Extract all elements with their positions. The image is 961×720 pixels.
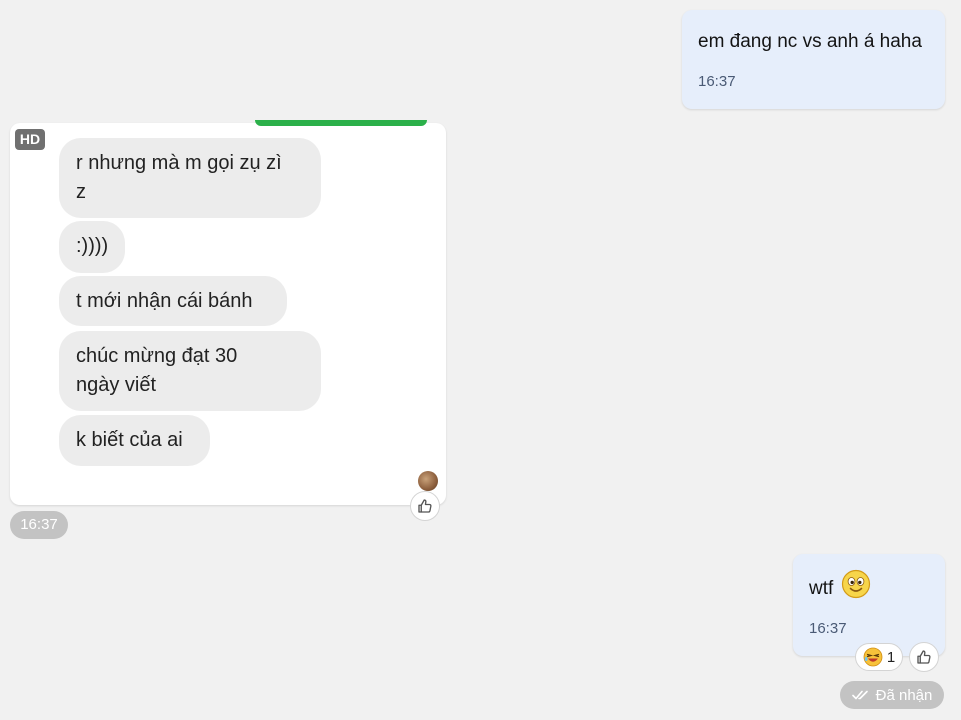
sender-avatar (418, 471, 438, 491)
delivery-status-label: Đã nhận (875, 686, 933, 704)
like-button[interactable] (909, 642, 939, 672)
reaction-count: 1 (886, 648, 896, 666)
bubble-line: ngày viết (76, 374, 157, 396)
thumbs-up-icon (418, 499, 432, 513)
like-button[interactable] (410, 491, 440, 521)
message-text: em đang nc vs anh á haha (698, 31, 922, 52)
image-chat-bubble: k biết của ai (59, 415, 210, 466)
bubble-line: chúc mừng đạt 30 (76, 345, 238, 367)
delivery-status: Đã nhận (840, 681, 944, 709)
image-chat-bubble: chúc mừng đạt 30 ngày viết (59, 331, 321, 411)
message-time: 16:37 (809, 620, 847, 637)
image-chat-bubble: :)))) (59, 221, 125, 273)
image-chat-bubble: r nhưng mà m gọi zụ zì z (59, 138, 321, 218)
bubble-line: :)))) (76, 235, 109, 257)
message-text: wtf (809, 578, 834, 599)
reaction-summary[interactable]: 1 (855, 643, 903, 671)
image-chat-bubble: t mới nhận cái bánh (59, 276, 287, 326)
thumbs-up-icon (917, 650, 931, 664)
double-check-icon (851, 690, 868, 700)
message-time: 16:37 (698, 73, 736, 90)
bubble-line: t mới nhận cái bánh (76, 290, 253, 312)
hd-badge: HD (15, 129, 45, 150)
outgoing-message-bubble[interactable]: em đang nc vs anh á haha 16:37 (682, 10, 945, 109)
message-time-pill: 16:37 (10, 511, 68, 539)
smiley-emoji-icon (841, 569, 871, 599)
bubble-line: k biết của ai (76, 429, 183, 451)
image-top-accent-bar (255, 120, 427, 126)
bubble-line: r nhưng mà m gọi zụ zì (76, 152, 282, 174)
bubble-line: z (76, 181, 86, 203)
laughing-emoji-icon (863, 647, 883, 667)
outgoing-message-bubble[interactable]: wtf 16:37 (793, 554, 945, 656)
